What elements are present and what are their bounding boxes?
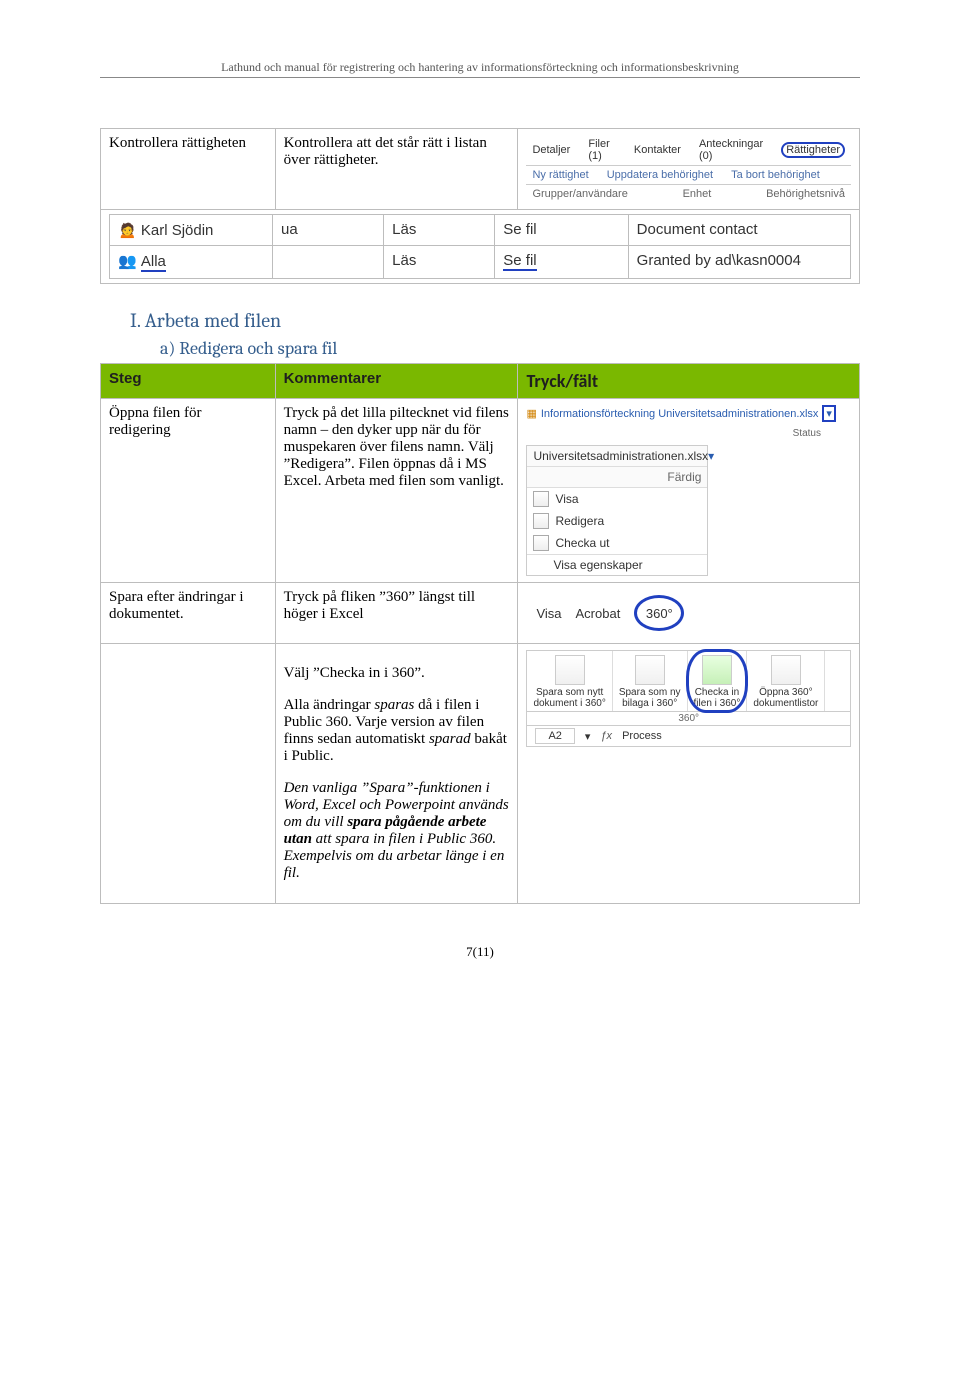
table-row: Välj ”Checka in i 360”. Alla ändringar s… bbox=[101, 644, 860, 904]
table-control-rights: Kontrollera rättigheten Kontrollera att … bbox=[100, 128, 860, 284]
tab-filer[interactable]: Filer (1) bbox=[588, 138, 616, 162]
col-enhet: Enhet bbox=[683, 188, 712, 200]
table-row: 👥 Alla Läs Se fil Granted by ad\kasn0004 bbox=[110, 246, 851, 279]
cell-steg: Öppna filen för redigering bbox=[101, 399, 276, 583]
dropdown-caret-icon[interactable]: ▾ bbox=[585, 730, 591, 743]
excel-ribbon-mock: Spara som nyttdokument i 360° Spara som … bbox=[526, 650, 851, 747]
menu-item-checka-ut[interactable]: Checka ut bbox=[527, 532, 707, 554]
page-footer: 7(11) bbox=[100, 944, 860, 960]
folder-icon: ▦ bbox=[526, 407, 536, 420]
checkin-icon bbox=[702, 655, 732, 685]
table-header-row: Steg Kommentarer Tryck/fält bbox=[101, 364, 860, 399]
menu-item-label: Visa bbox=[555, 492, 578, 506]
edit-icon bbox=[533, 513, 549, 529]
dropdown-filename: Universitetsadministrationen.xlsx bbox=[533, 449, 708, 463]
tab-detaljer[interactable]: Detaljer bbox=[532, 144, 570, 156]
tabs-row: Detaljer Filer (1) Kontakter Anteckninga… bbox=[526, 135, 851, 166]
subsection-heading-a: a) Redigera och spara fil bbox=[160, 338, 860, 359]
tab-kontakter[interactable]: Kontakter bbox=[634, 144, 681, 156]
para-1: Välj ”Checka in i 360”. bbox=[284, 665, 510, 682]
crumb-dropdown-icon[interactable]: ▾ bbox=[822, 405, 836, 422]
formula-bar-value[interactable]: Process bbox=[622, 730, 662, 742]
perm-sefil: Se fil bbox=[495, 215, 628, 246]
dropdown-caret-icon[interactable]: ▾ bbox=[708, 449, 714, 463]
perm-sefil: Se fil bbox=[503, 252, 536, 271]
perm-note: Document contact bbox=[628, 215, 850, 246]
excel-tabs-mock: Visa Acrobat 360° bbox=[526, 589, 851, 637]
cell-komm: Tryck på fliken ”360” längst till höger … bbox=[275, 583, 518, 644]
tab-anteckningar[interactable]: Anteckningar (0) bbox=[699, 138, 763, 162]
perm-user: Alla bbox=[141, 253, 166, 272]
cell-steg: Kontrollera rättigheten bbox=[101, 129, 276, 210]
menu-item-visa[interactable]: Visa bbox=[527, 488, 707, 510]
col-grupper: Grupper/användare bbox=[532, 188, 627, 200]
ribbon-grp-save-new-attach[interactable]: Spara som nybilaga i 360° bbox=[613, 651, 688, 711]
ribbon-grp-checkin[interactable]: Checka infilen i 360° bbox=[688, 651, 748, 711]
attachment-icon bbox=[635, 655, 665, 685]
folder-icon bbox=[533, 491, 549, 507]
excel-tab-visa[interactable]: Visa bbox=[536, 606, 561, 621]
table-row: Öppna filen för redigering Tryck på det … bbox=[101, 399, 860, 583]
crumb-filename[interactable]: Informationsförteckning Universitetsadmi… bbox=[541, 408, 819, 420]
table-row: Kontrollera rättigheten Kontrollera att … bbox=[101, 129, 860, 210]
action-ny-rattighet[interactable]: Ny rättighet bbox=[532, 169, 588, 181]
cell-steg-empty bbox=[101, 644, 276, 904]
perm-las: Läs bbox=[384, 246, 495, 279]
excel-tab-acrobat[interactable]: Acrobat bbox=[576, 606, 621, 621]
perm-note: Granted by ad\kasn0004 bbox=[628, 246, 850, 279]
cell-komm: Kontrollera att det står rätt i listan ö… bbox=[275, 129, 518, 210]
ribbon-grp-save-new-doc[interactable]: Spara som nyttdokument i 360° bbox=[527, 651, 612, 711]
para-3: Den vanliga ”Spara”-funktionen i Word, E… bbox=[284, 780, 510, 882]
action-uppdatera[interactable]: Uppdatera behörighet bbox=[607, 169, 713, 181]
menu-item-label: Visa egenskaper bbox=[553, 558, 642, 572]
menu-item-visa-egenskaper[interactable]: Visa egenskaper bbox=[527, 554, 707, 575]
table-row: 🙍 Karl Sjödin ua Läs Se fil Document con… bbox=[101, 210, 860, 284]
excel-tab-360[interactable]: 360° bbox=[634, 595, 684, 631]
rights-panel-mock: Detaljer Filer (1) Kontakter Anteckninga… bbox=[526, 135, 851, 203]
cell-ui: Detaljer Filer (1) Kontakter Anteckninga… bbox=[518, 129, 860, 210]
doclist-icon bbox=[771, 655, 801, 685]
perm-ua: ua bbox=[273, 215, 384, 246]
para-2: Alla ändringar sparas då i filen i Publi… bbox=[284, 697, 510, 765]
menu-item-redigera[interactable]: Redigera bbox=[527, 510, 707, 532]
file-dropdown: Universitetsadministrationen.xlsx ▾ Färd… bbox=[526, 445, 708, 576]
cell-steg: Spara efter ändringar i dokumentet. bbox=[101, 583, 276, 644]
actions-row: Ny rättighet Uppdatera behörighet Ta bor… bbox=[526, 166, 851, 185]
table-edit-save: Steg Kommentarer Tryck/fält Öppna filen … bbox=[100, 363, 860, 904]
menu-item-label: Redigera bbox=[555, 514, 604, 528]
col-behorighetsniva: Behörighetsnivå bbox=[766, 188, 845, 200]
status-label: Status bbox=[526, 428, 851, 439]
cell-komm: Välj ”Checka in i 360”. Alla ändringar s… bbox=[275, 644, 518, 904]
cell-name-box[interactable]: A2 bbox=[535, 728, 574, 744]
col-kommentarer: Kommentarer bbox=[275, 364, 518, 399]
fx-icon[interactable]: ƒx bbox=[600, 730, 612, 742]
page-header: Lathund och manual för registrering och … bbox=[100, 60, 860, 78]
dropdown-status: Färdig bbox=[667, 470, 701, 484]
save-icon bbox=[555, 655, 585, 685]
tab-rattigheter[interactable]: Rättigheter bbox=[781, 142, 845, 158]
table-row: 🙍 Karl Sjödin ua Läs Se fil Document con… bbox=[110, 215, 851, 246]
action-tabort[interactable]: Ta bort behörighet bbox=[731, 169, 820, 181]
perm-las: Läs bbox=[384, 215, 495, 246]
section-heading-I: I. Arbeta med filen bbox=[130, 309, 860, 332]
perm-ua bbox=[273, 246, 384, 279]
menu-item-label: Checka ut bbox=[555, 536, 609, 550]
col-steg: Steg bbox=[101, 364, 276, 399]
checkout-icon bbox=[533, 535, 549, 551]
perm-user: Karl Sjödin bbox=[141, 222, 214, 239]
table-row: Spara efter ändringar i dokumentet. Tryc… bbox=[101, 583, 860, 644]
ribbon-group-label: 360° bbox=[526, 712, 851, 726]
col-tryckfalt: Tryck/fält bbox=[518, 364, 860, 399]
cell-komm: Tryck på det lilla piltecknet vid filens… bbox=[275, 399, 518, 583]
file-crumb: ▦ Informationsförteckning Universitetsad… bbox=[526, 405, 851, 422]
permissions-table: 🙍 Karl Sjödin ua Läs Se fil Document con… bbox=[109, 214, 851, 279]
ribbon-grp-open-doclists[interactable]: Öppna 360°dokumentlistor bbox=[747, 651, 825, 711]
labels-row: Grupper/användare Enhet Behörighetsnivå bbox=[526, 185, 851, 203]
